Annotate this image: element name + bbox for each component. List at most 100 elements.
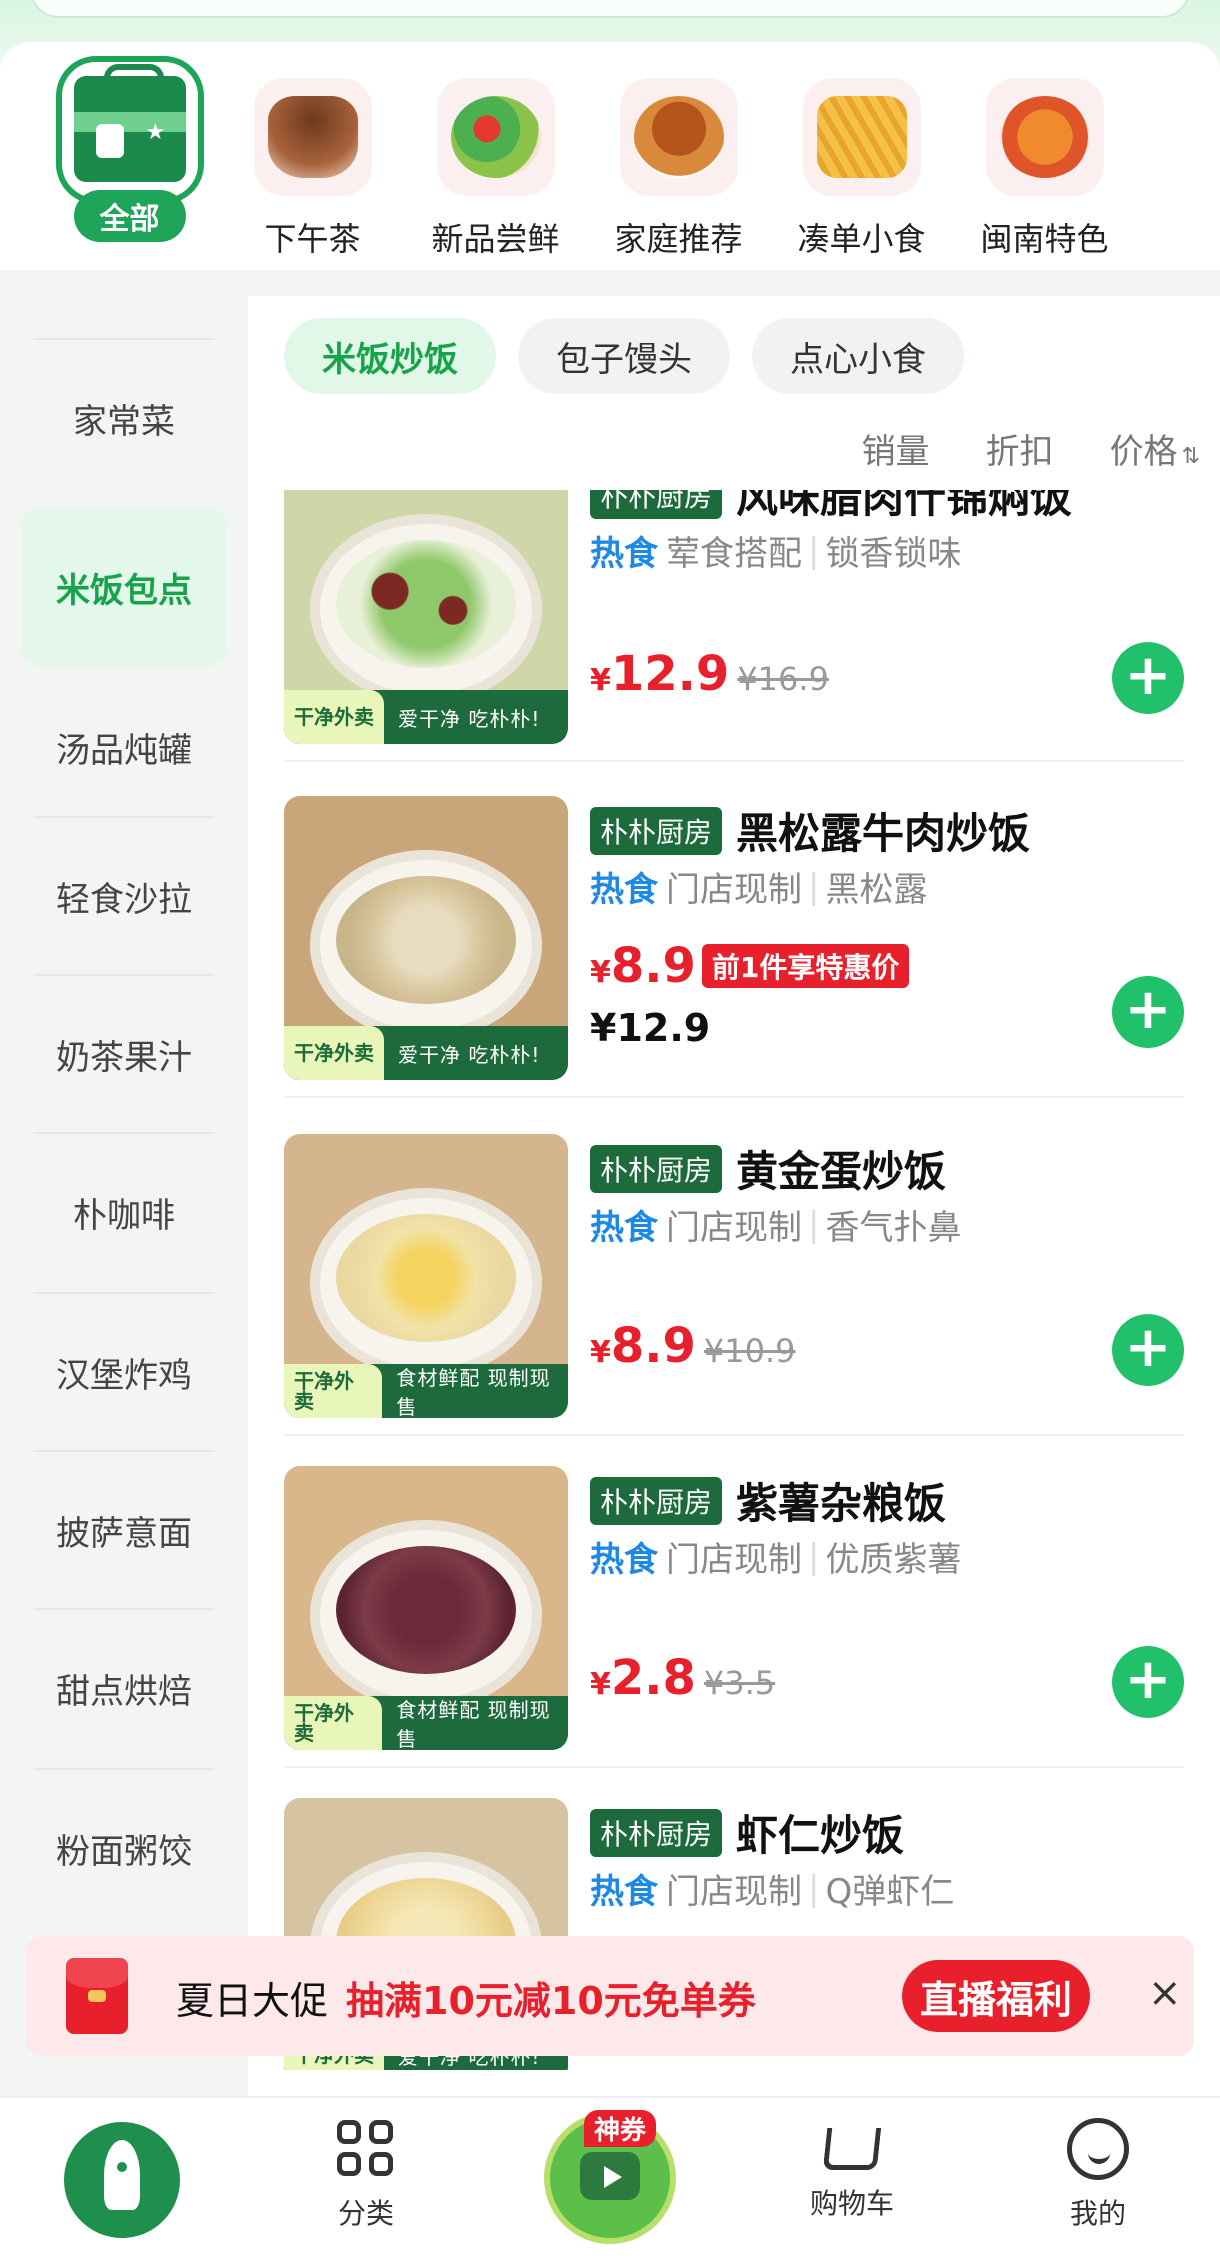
tab-label: 分类: [337, 2197, 394, 2230]
add-to-cart-button[interactable]: +: [1112, 642, 1184, 714]
hot-tag: 热食: [590, 1540, 658, 1580]
product-tag: Q弹虾仁: [825, 1872, 955, 1912]
original-price: ¥16.9: [737, 660, 829, 698]
product-item[interactable]: 干净外卖 爱干净 吃朴朴! 朴朴厨房 风味腊肉什锦焖饭 热食 荤食搭配 | 锁香锁味 ¥1…: [284, 490, 1184, 762]
seafood-image: [985, 78, 1104, 196]
nav-item-home-cooking[interactable]: 家常菜: [34, 338, 214, 496]
hot-tag: 热食: [590, 1872, 658, 1912]
rocket-home-icon[interactable]: [64, 2122, 180, 2238]
nav-item-tea-juice[interactable]: 奶茶果汁: [34, 974, 214, 1132]
category-minnan[interactable]: 闽南特色: [953, 56, 1136, 270]
category-new[interactable]: 新品尝鲜: [404, 56, 587, 270]
banner-title: 夏日大促: [176, 1979, 329, 2023]
hot-tag: 热食: [590, 1208, 658, 1248]
nav-item-soup[interactable]: 汤品炖罐: [34, 668, 214, 826]
nav-item-coffee[interactable]: 朴咖啡: [34, 1132, 214, 1290]
sort-discount[interactable]: 折扣: [986, 424, 1054, 473]
nav-item-pizza[interactable]: 披萨意面: [34, 1450, 214, 1608]
category-strip: ★ 全部 下午茶 新品尝鲜 家庭推荐 凑单小食 闽南特色: [0, 42, 1220, 270]
product-item[interactable]: 干净外卖 食材鲜配 现制现售 朴朴厨房 紫薯杂粮饭 热食 门店现制 | 优质紫薯 ¥2.8…: [284, 1466, 1184, 1768]
category-all[interactable]: ★ 全部: [38, 56, 221, 270]
bottom-tab-bar: 分类 神券 购物车 我的: [0, 2096, 1220, 2261]
sort-price[interactable]: 价格 ⇅: [1110, 424, 1200, 473]
add-to-cart-button[interactable]: +: [1112, 976, 1184, 1048]
product-tag: 门店现制: [666, 1208, 802, 1248]
left-category-nav: 家常菜 米饭包点 汤品炖罐 轻食沙拉 奶茶果汁 朴咖啡 汉堡炸鸡 披萨意面 甜点…: [0, 296, 246, 2096]
product-image: 干净外卖爱干净 吃朴朴!: [284, 490, 568, 744]
banner-description: 抽满10元减10元免单券: [346, 1979, 756, 2023]
tab-me[interactable]: 我的: [1038, 2118, 1158, 2232]
product-name: 风味腊肉什锦焖饭: [736, 490, 1073, 522]
category-family[interactable]: 家庭推荐: [587, 56, 770, 270]
product-list: 干净外卖 爱干净 吃朴朴! 朴朴厨房 风味腊肉什锦焖饭 热食 荤食搭配 | 锁香锁味 ¥1…: [284, 490, 1184, 2070]
product-name: 虾仁炒饭: [736, 1811, 905, 1860]
grid-icon: [335, 2118, 397, 2180]
smile-icon: [1067, 2118, 1129, 2180]
nav-item-salad[interactable]: 轻食沙拉: [34, 816, 214, 974]
hot-tag: 热食: [590, 534, 658, 574]
product-image: 干净外卖 食材鲜配 现制现售: [284, 1466, 568, 1750]
brand-tag: 朴朴厨房: [590, 1144, 723, 1193]
category-label: 全部: [73, 190, 186, 242]
promo-badge: 前1件享特惠价: [701, 944, 910, 988]
price: ¥12.9: [590, 646, 730, 702]
nav-item-burger[interactable]: 汉堡炸鸡: [34, 1292, 214, 1450]
product-tag: 黑松露: [825, 870, 928, 910]
tab-buns[interactable]: 包子馒头: [518, 318, 730, 394]
brand-tag: 朴朴厨房: [590, 490, 723, 519]
tab-label: 我的: [1069, 2197, 1126, 2230]
product-tag: 门店现制: [666, 1540, 802, 1580]
search-bar[interactable]: [30, 0, 1190, 18]
category-label: 下午茶: [264, 220, 361, 258]
sub-tabs: 米饭炒饭 包子馒头 点心小食: [284, 318, 964, 394]
all-bag-icon: ★: [55, 56, 204, 204]
product-tag: 门店现制: [666, 1872, 802, 1912]
product-item[interactable]: 干净外卖 爱干净 吃朴朴! 朴朴厨房 黑松露牛肉炒饭 热食 门店现制 | 黑松露 ¥8.9…: [284, 796, 1184, 1098]
red-envelope-icon: [66, 1958, 128, 2034]
brand-tag: 朴朴厨房: [590, 1476, 723, 1525]
product-name: 黄金蛋炒饭: [736, 1147, 947, 1196]
sort-sales[interactable]: 销量: [862, 424, 930, 473]
product-tag: 锁香锁味: [825, 534, 962, 574]
close-icon[interactable]: ×: [1148, 1970, 1182, 2016]
product-tag: 香气扑鼻: [825, 1208, 962, 1248]
brand-tag: 朴朴厨房: [590, 1808, 723, 1857]
live-benefit-button[interactable]: 直播福利: [902, 1960, 1091, 2032]
fries-image: [802, 78, 921, 196]
cart-icon: [822, 2128, 882, 2170]
product-tag: 优质紫薯: [825, 1540, 962, 1580]
promo-banner[interactable]: 夏日大促 抽满10元减10元免单券 直播福利 ×: [26, 1936, 1194, 2056]
nav-item-noodles[interactable]: 粉面粥饺: [34, 1768, 214, 1926]
hot-tag: 热食: [590, 870, 658, 910]
tab-rice[interactable]: 米饭炒饭: [284, 318, 496, 394]
coupon-badge: 神券: [584, 2110, 657, 2147]
original-price: ¥3.5: [703, 1664, 776, 1702]
product-tag: 荤食搭配: [666, 534, 802, 574]
tab-label: 购物车: [809, 2187, 894, 2220]
product-image: 干净外卖 食材鲜配 现制现售: [284, 1134, 568, 1418]
sort-bar: 销量 折扣 价格 ⇅: [862, 424, 1200, 473]
nav-item-dessert[interactable]: 甜点烘焙: [34, 1608, 214, 1766]
category-label: 凑单小食: [797, 220, 926, 258]
tab-category[interactable]: 分类: [306, 2118, 426, 2232]
product-name: 黑松露牛肉炒饭: [736, 809, 1031, 858]
category-afternoon-tea[interactable]: 下午茶: [221, 56, 404, 270]
salad-image: [436, 78, 555, 196]
product-name: 紫薯杂粮饭: [736, 1479, 947, 1528]
original-price: ¥10.9: [703, 1332, 796, 1370]
fried-chicken-image: [619, 78, 738, 196]
tab-cart[interactable]: 购物车: [792, 2118, 912, 2222]
product-item[interactable]: 干净外卖 食材鲜配 现制现售 朴朴厨房 黄金蛋炒饭 热食 门店现制 | 香气扑鼻 ¥8.9…: [284, 1134, 1184, 1436]
price: ¥2.8: [590, 1650, 696, 1706]
tab-dim-sum[interactable]: 点心小食: [752, 318, 964, 394]
brand-tag: 朴朴厨房: [590, 806, 723, 855]
add-to-cart-button[interactable]: +: [1112, 1314, 1184, 1386]
regular-price: ¥12.9: [590, 1006, 711, 1050]
add-to-cart-button[interactable]: +: [1112, 1646, 1184, 1718]
drink-image: [253, 78, 372, 196]
product-panel: 米饭炒饭 包子馒头 点心小食 销量 折扣 价格 ⇅ 干净外卖 爱干净 吃朴朴! 朴朴…: [248, 296, 1220, 2096]
category-snacks[interactable]: 凑单小食: [770, 56, 953, 270]
price: ¥8.9: [590, 938, 696, 994]
product-tag: 门店现制: [666, 870, 802, 910]
nav-item-rice-buns[interactable]: 米饭包点: [22, 508, 226, 666]
